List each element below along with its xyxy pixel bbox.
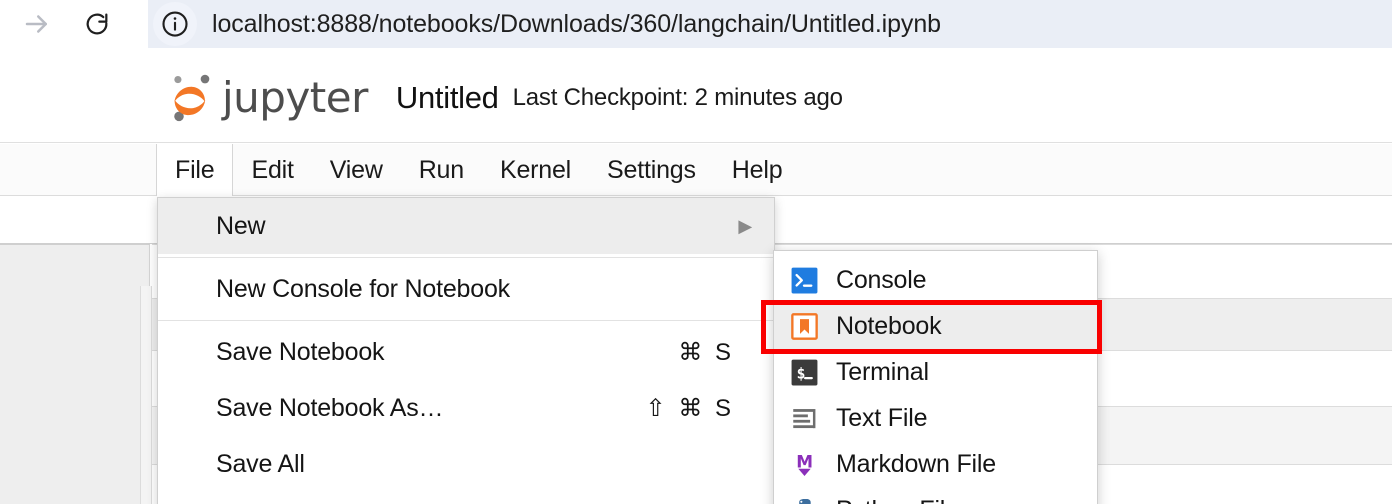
svg-text:$: $ (796, 365, 805, 382)
menu-bar: File Edit View Run Kernel Settings Help (0, 144, 1392, 196)
jupyter-page: jupyter Untitled Last Checkpoint: 2 minu… (0, 54, 1392, 504)
new-submenu-item-label: Console (836, 265, 927, 294)
menu-file[interactable]: File (156, 144, 234, 196)
new-submenu-item-python-file[interactable]: Python File (774, 487, 1097, 504)
svg-text:M: M (796, 451, 813, 471)
file-menu-item-save-notebook[interactable]: Save Notebook ⌘ S (158, 324, 774, 380)
file-menu-item-save-notebook-as[interactable]: Save Notebook As… ⇧ ⌘ S (158, 380, 774, 436)
new-submenu-item-label: Terminal (836, 357, 929, 386)
new-submenu-item-label: Text File (836, 403, 928, 432)
menu-separator (158, 320, 774, 321)
terminal-icon: $ (790, 358, 818, 386)
left-sidebar[interactable] (0, 244, 150, 504)
new-submenu-item-label: Notebook (836, 311, 942, 340)
file-menu-item-label: Save All (216, 449, 305, 478)
console-icon (790, 266, 818, 294)
file-menu-item-new-console-for-notebook[interactable]: New Console for Notebook (158, 261, 774, 317)
arrow-forward-icon[interactable] (22, 9, 52, 39)
chevron-right-icon: ▶ (738, 216, 752, 236)
screen-root: localhost:8888/notebooks/Downloads/360/l… (0, 0, 1392, 504)
new-submenu-item-text-file[interactable]: Text File (774, 395, 1097, 441)
markdown-file-icon: M (790, 450, 818, 478)
notebook-title[interactable]: Untitled (396, 80, 499, 116)
new-submenu-item-label: Markdown File (836, 449, 996, 478)
shortcut-label: ⇧ ⌘ S (645, 394, 734, 422)
file-menu-item-label: New Console for Notebook (216, 274, 510, 303)
shortcut-label: ⌘ S (678, 338, 734, 366)
file-menu-dropdown: New ▶ New Console for Notebook Save Note… (157, 197, 775, 504)
new-submenu-item-terminal[interactable]: $ Terminal (774, 349, 1097, 395)
jupyter-logo (168, 72, 216, 124)
menu-settings[interactable]: Settings (589, 144, 714, 196)
address-bar[interactable]: localhost:8888/notebooks/Downloads/360/l… (148, 0, 1392, 48)
python-file-icon (790, 496, 818, 504)
menu-help[interactable]: Help (714, 144, 801, 196)
new-submenu-item-label: Python File (836, 496, 959, 504)
menu-run[interactable]: Run (401, 144, 482, 196)
new-submenu-item-console[interactable]: Console (774, 257, 1097, 303)
reload-icon[interactable] (82, 9, 112, 39)
menu-separator (158, 257, 774, 258)
last-checkpoint-label: Last Checkpoint: 2 minutes ago (512, 84, 843, 111)
file-menu-item-label: Save Notebook (216, 337, 385, 366)
menu-kernel[interactable]: Kernel (482, 144, 589, 196)
jupyter-wordmark: jupyter (222, 73, 368, 122)
menu-view[interactable]: View (312, 144, 401, 196)
file-menu-item-label: New (216, 211, 266, 240)
new-submenu-item-markdown-file[interactable]: M Markdown File (774, 441, 1097, 487)
file-menu-item-label: Save Notebook As… (216, 393, 444, 422)
file-menu-item-rename[interactable]: Rename… (158, 492, 774, 504)
file-menu-item-new[interactable]: New ▶ (158, 198, 774, 254)
menu-bar-items: File Edit View Run Kernel Settings Help (156, 144, 800, 196)
new-submenu-item-notebook[interactable]: Notebook (774, 303, 1097, 349)
menu-edit[interactable]: Edit (233, 144, 311, 196)
notebook-header: jupyter Untitled Last Checkpoint: 2 minu… (0, 54, 1392, 143)
new-submenu: Console Notebook $ Terminal Text File M … (773, 250, 1098, 504)
sidebar-divider-strip (140, 286, 152, 504)
notebook-icon (790, 312, 818, 340)
text-file-icon (790, 404, 818, 432)
address-bar-url[interactable]: localhost:8888/notebooks/Downloads/360/l… (212, 10, 941, 39)
page-info-icon[interactable] (153, 2, 197, 46)
file-menu-item-save-all[interactable]: Save All (158, 436, 774, 492)
